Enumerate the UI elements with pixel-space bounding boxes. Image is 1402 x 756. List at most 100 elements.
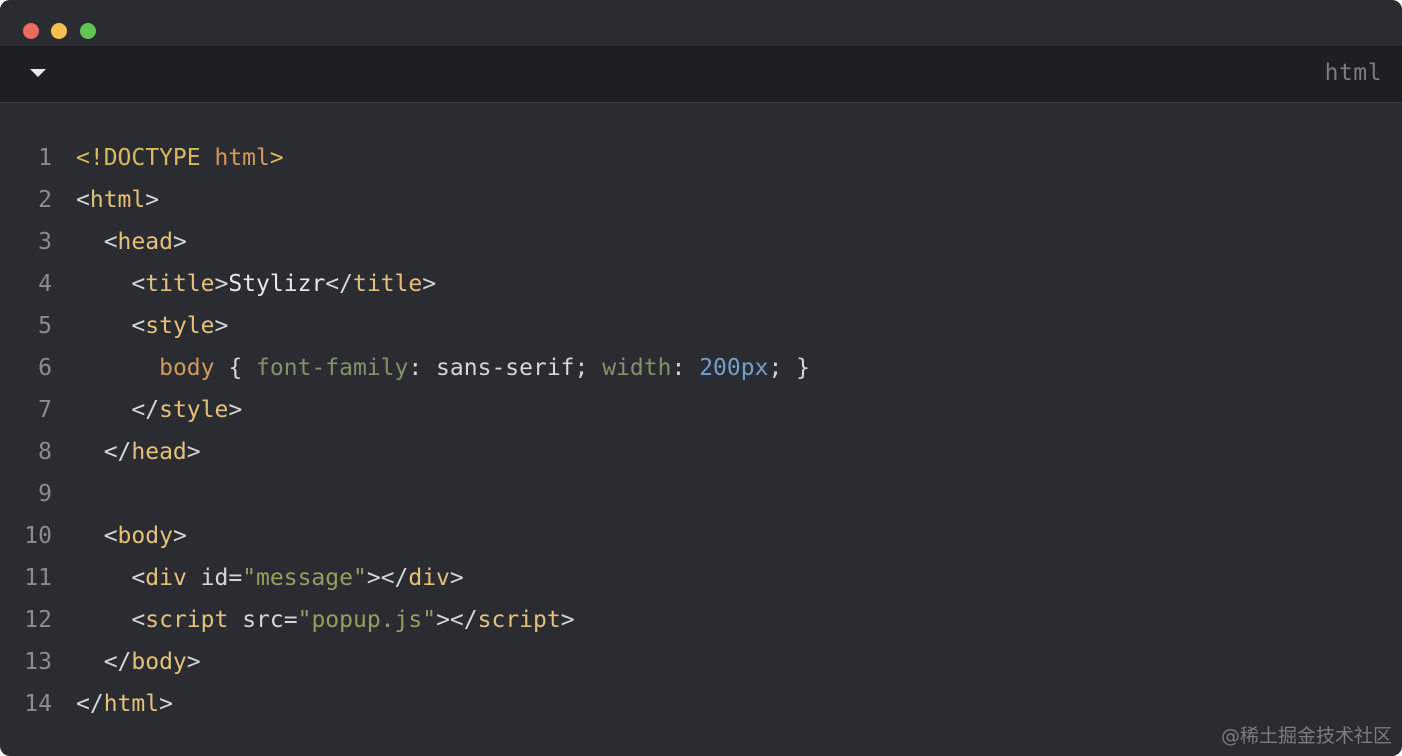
line-number: 1 bbox=[38, 145, 52, 171]
code-token: </ bbox=[76, 397, 160, 423]
line-number: 7 bbox=[38, 397, 52, 423]
code-token: > bbox=[145, 187, 160, 213]
code-token: title bbox=[353, 271, 423, 297]
code-text: <head> bbox=[76, 221, 187, 263]
code-token: < bbox=[76, 229, 118, 255]
code-token: id= bbox=[186, 565, 243, 591]
code-text: <body> bbox=[76, 515, 187, 557]
code-token: > bbox=[449, 565, 464, 591]
code-toolbar: html bbox=[0, 46, 1402, 103]
code-line: 13 </body> bbox=[0, 641, 1402, 683]
code-line: 1 <!DOCTYPE html> bbox=[0, 137, 1402, 179]
code-line: 8 </head> bbox=[0, 431, 1402, 473]
code-line: 9 bbox=[0, 473, 1402, 515]
code-token: > bbox=[186, 649, 201, 675]
code-token: style bbox=[159, 397, 229, 423]
code-token: > bbox=[214, 271, 229, 297]
line-number: 6 bbox=[38, 355, 52, 381]
code-block: 1 <!DOCTYPE html> 2 <html> 3 <head> 4 <title>… bbox=[0, 137, 1402, 725]
code-token: <!DOCTYPE bbox=[76, 145, 215, 171]
code-token: </ bbox=[325, 271, 353, 297]
code-token: > bbox=[269, 145, 284, 171]
code-token: > bbox=[422, 271, 437, 297]
code-token: div bbox=[408, 565, 450, 591]
code-token: < bbox=[76, 313, 146, 339]
code-token: </ bbox=[76, 649, 132, 675]
code-token: style bbox=[145, 313, 215, 339]
line-number: 8 bbox=[38, 439, 52, 465]
code-line: 12 <script src="popup.js"></script> bbox=[0, 599, 1402, 641]
line-number: 4 bbox=[38, 271, 52, 297]
close-window-button[interactable] bbox=[23, 23, 39, 39]
code-text: </html> bbox=[76, 683, 173, 725]
code-line: 6 body { font-family: sans-serif; width:… bbox=[0, 347, 1402, 389]
code-token: </ bbox=[76, 439, 132, 465]
code-token: > bbox=[172, 229, 187, 255]
code-token: width bbox=[602, 355, 672, 381]
line-number: 13 bbox=[24, 649, 52, 675]
code-text: <script src="popup.js"></script> bbox=[76, 599, 575, 641]
code-text: </style> bbox=[76, 389, 242, 431]
code-line: 7 </style> bbox=[0, 389, 1402, 431]
minimize-window-button[interactable] bbox=[51, 23, 67, 39]
zoom-window-button[interactable] bbox=[80, 23, 96, 39]
code-text: body { font-family: sans-serif; width: 2… bbox=[76, 347, 810, 389]
code-token: { bbox=[214, 355, 257, 381]
code-token: > bbox=[186, 439, 201, 465]
code-token: script bbox=[477, 607, 561, 633]
line-number: 12 bbox=[24, 607, 52, 633]
code-line: 4 <title>Stylizr</title> bbox=[0, 263, 1402, 305]
code-token: html bbox=[89, 187, 146, 213]
code-token: </ bbox=[76, 691, 104, 717]
line-number: 10 bbox=[24, 523, 52, 549]
code-token: body bbox=[159, 355, 215, 381]
code-token: < bbox=[76, 271, 146, 297]
code-token: div bbox=[145, 565, 187, 591]
language-label: html bbox=[1324, 60, 1382, 86]
code-token: "message" bbox=[242, 565, 367, 591]
code-line: 5 <style> bbox=[0, 305, 1402, 347]
code-token: script bbox=[145, 607, 229, 633]
code-token: : sans-serif; bbox=[408, 355, 603, 381]
line-number: 14 bbox=[24, 691, 52, 717]
code-token: ; } bbox=[768, 355, 810, 381]
code-token: > bbox=[214, 313, 229, 339]
code-text: <html> bbox=[76, 179, 159, 221]
code-token: 200px bbox=[699, 355, 769, 381]
code-token: html bbox=[214, 145, 270, 171]
code-token: head bbox=[131, 439, 187, 465]
code-token: src= bbox=[228, 607, 298, 633]
line-number: 3 bbox=[38, 229, 52, 255]
code-text: <div id="message"></div> bbox=[76, 557, 464, 599]
code-token: head bbox=[117, 229, 173, 255]
code-text: </head> bbox=[76, 431, 201, 473]
code-token: ></ bbox=[366, 565, 409, 591]
code-line: 2 <html> bbox=[0, 179, 1402, 221]
code-line: 11 <div id="message"></div> bbox=[0, 557, 1402, 599]
code-token: : bbox=[671, 355, 700, 381]
code-token: < bbox=[76, 607, 146, 633]
code-text: <title>Stylizr</title> bbox=[76, 263, 436, 305]
code-token: Stylizr bbox=[228, 271, 326, 297]
code-token: title bbox=[145, 271, 215, 297]
line-number: 5 bbox=[38, 313, 52, 339]
line-number: 11 bbox=[24, 565, 52, 591]
code-token: < bbox=[76, 565, 146, 591]
line-number: 2 bbox=[38, 187, 52, 213]
code-token: < bbox=[76, 523, 118, 549]
watermark: @稀土掘金技术社区 bbox=[1220, 725, 1392, 747]
caret-down-icon[interactable] bbox=[30, 69, 46, 77]
code-line: 14 </html> bbox=[0, 683, 1402, 725]
code-text: <style> bbox=[76, 305, 228, 347]
code-token: > bbox=[560, 607, 575, 633]
code-token: ></ bbox=[436, 607, 478, 633]
title-bar bbox=[0, 0, 1402, 46]
code-token: font-family bbox=[256, 355, 409, 381]
line-number: 9 bbox=[38, 481, 52, 507]
code-token: > bbox=[172, 523, 187, 549]
code-token: < bbox=[76, 187, 90, 213]
code-line: 3 <head> bbox=[0, 221, 1402, 263]
code-text: </body> bbox=[76, 641, 201, 683]
code-text: <!DOCTYPE html> bbox=[76, 137, 284, 179]
code-window: html 1 <!DOCTYPE html> 2 <html> 3 <head> 4 <t… bbox=[0, 0, 1402, 756]
